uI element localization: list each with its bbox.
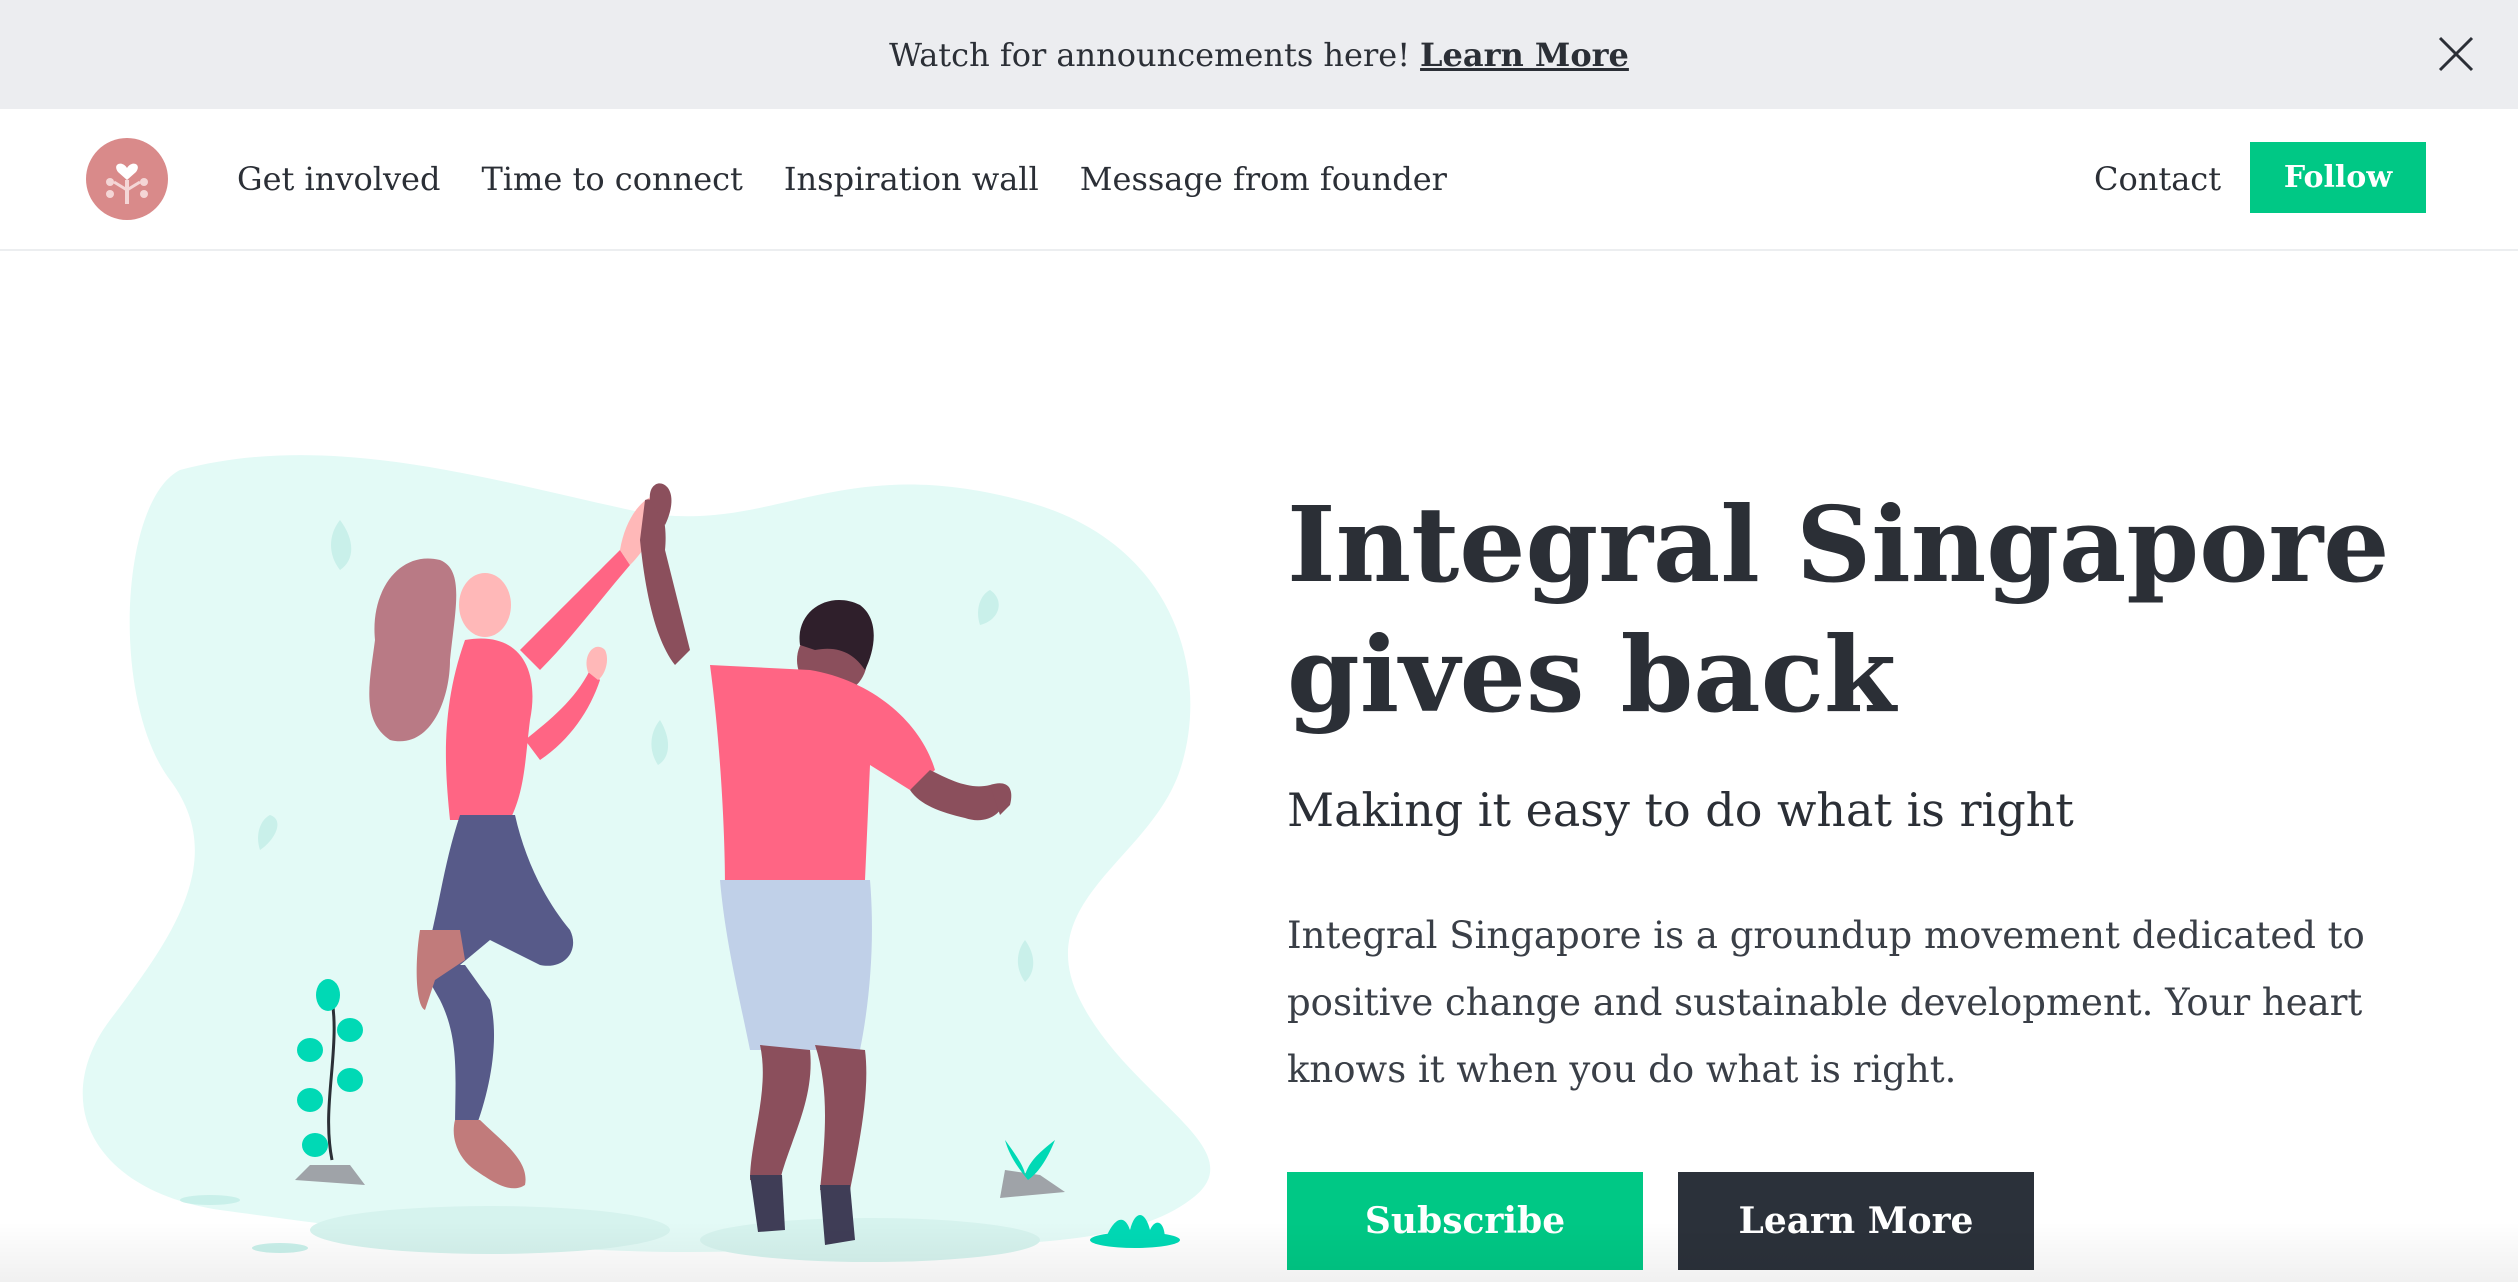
subscribe-button[interactable]: Subscribe (1287, 1172, 1643, 1270)
nav-links: Get involved Time to connect Inspiration… (237, 109, 1488, 249)
nav-link-get-involved[interactable]: Get involved (237, 160, 440, 198)
learn-more-button[interactable]: Learn More (1678, 1172, 2034, 1270)
announcement-learn-more-link[interactable]: Learn More (1420, 36, 1629, 74)
nav-link-time-to-connect[interactable]: Time to connect (481, 160, 742, 198)
announcement-bar: Watch for announcements here! Learn More (0, 0, 2518, 109)
tree-heart-logo-icon[interactable] (86, 138, 168, 220)
nav-link-message-from-founder[interactable]: Message from founder (1080, 160, 1447, 198)
hero-description: Integral Singapore is a groundup movemen… (1287, 914, 2365, 1091)
nav-link-contact[interactable]: Contact (2094, 109, 2221, 249)
hero-title: Integral Singapore gives back (1287, 480, 2437, 740)
close-icon[interactable] (2432, 30, 2480, 78)
main-nav: Get involved Time to connect Inspiration… (0, 109, 2518, 251)
hero-section: Integral Singapore gives back Making it … (1287, 480, 2437, 1103)
hero-title-line2: gives back (1287, 613, 1897, 736)
hero-title-line1: Integral Singapore (1287, 483, 2390, 606)
hero-subtitle: Making it easy to do what is right (1287, 783, 2074, 837)
high-five-illustration (70, 440, 1260, 1282)
announcement-text: Watch for announcements here! (889, 35, 1411, 74)
nav-link-inspiration-wall[interactable]: Inspiration wall (784, 160, 1039, 198)
follow-button[interactable]: Follow (2250, 142, 2426, 213)
